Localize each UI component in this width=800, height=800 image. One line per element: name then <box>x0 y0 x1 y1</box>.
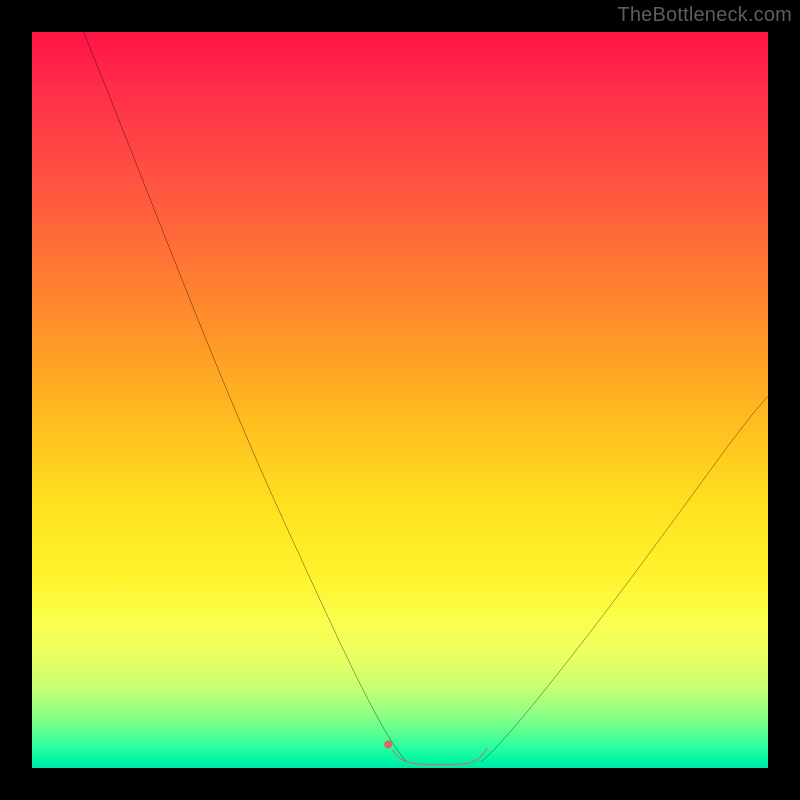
bottleneck-curve-right <box>481 396 768 762</box>
flat-bottom-highlight <box>393 749 487 765</box>
series-group <box>84 32 768 765</box>
curve-layer <box>32 32 768 768</box>
bottleneck-curve-left <box>84 32 408 762</box>
watermark-text: TheBottleneck.com <box>617 4 792 27</box>
plot-area <box>32 32 768 768</box>
chart-frame: TheBottleneck.com <box>0 0 800 800</box>
left-peak-dot <box>384 740 392 748</box>
